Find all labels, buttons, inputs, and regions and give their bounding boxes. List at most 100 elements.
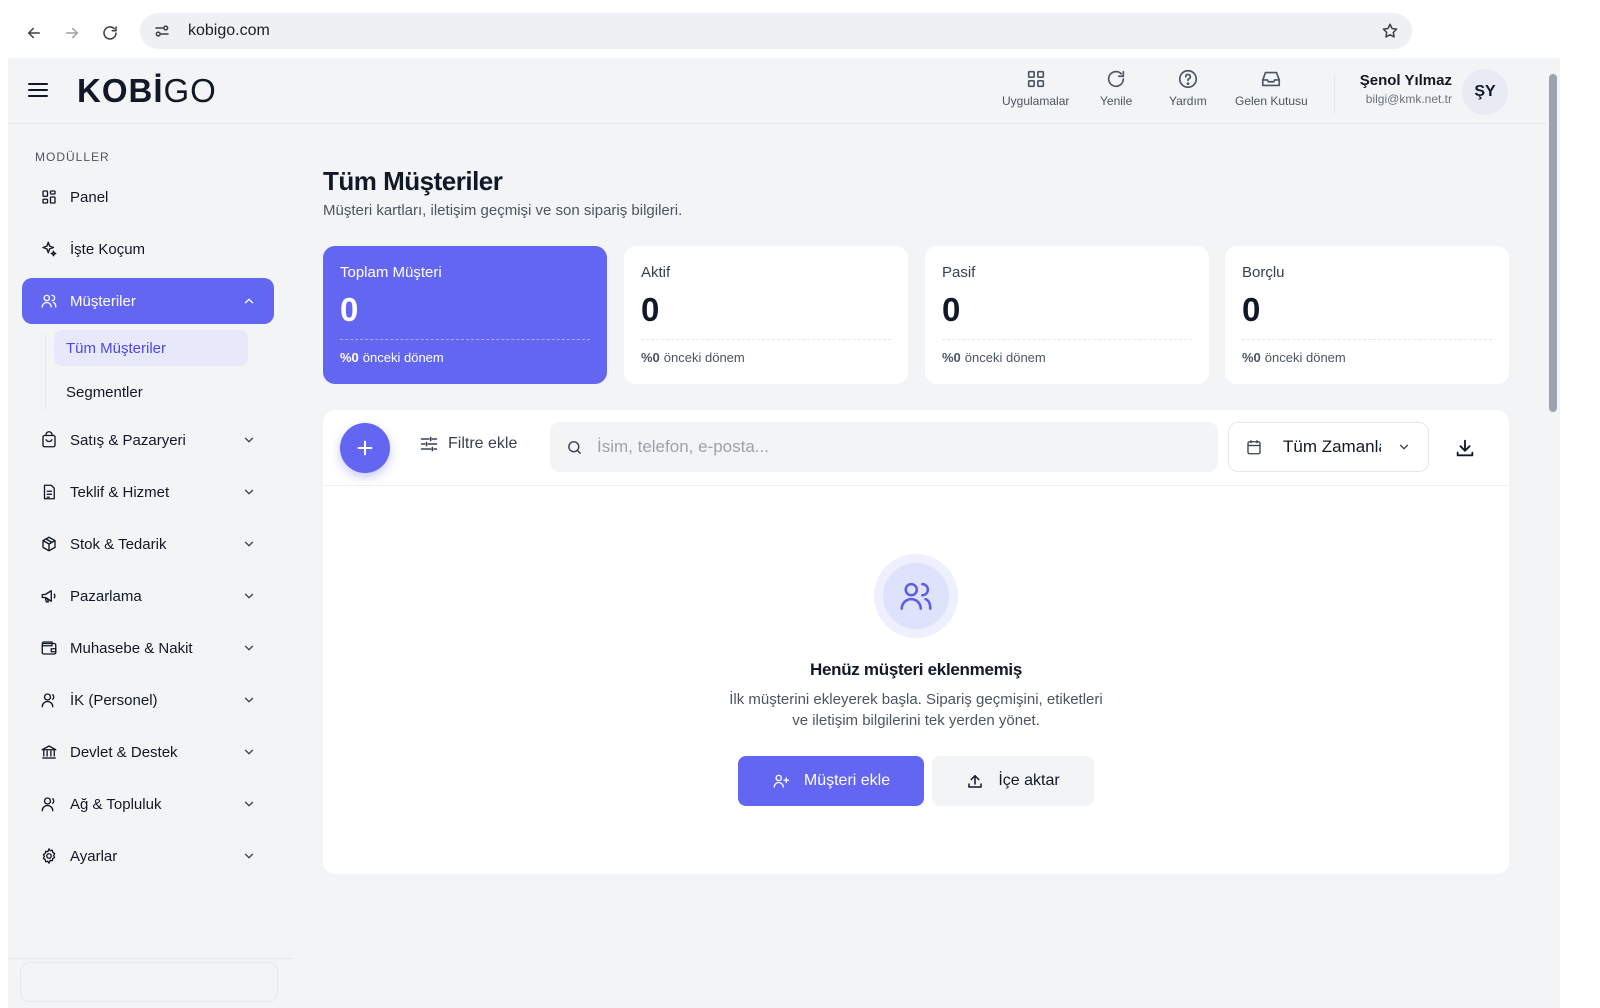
page-scrollbar[interactable] [1546, 58, 1560, 1008]
user-email: bilgi@kmk.net.tr [1365, 92, 1452, 106]
download-icon[interactable] [1453, 436, 1477, 460]
stat-label: Toplam Müşteri [340, 264, 442, 281]
header-divider [1334, 74, 1335, 114]
refresh-button[interactable]: Yenile [1100, 68, 1132, 108]
chevron-down-icon [240, 743, 258, 761]
chevron-down-icon [240, 535, 258, 553]
person-icon [38, 689, 60, 711]
sidebar-item-musteriler[interactable]: Müşteriler [22, 278, 274, 324]
add-filter-label: Filtre ekle [448, 435, 518, 452]
chevron-down-icon [240, 691, 258, 709]
logo-bold-text: KOBİ [77, 72, 164, 109]
stat-footer: %0 önceki dönem [1242, 350, 1492, 365]
date-range-value: Tüm Zamanlar [1283, 437, 1381, 456]
chevron-up-icon [240, 292, 258, 310]
stat-card-passive[interactable]: Pasif 0 %0 önceki dönem [925, 246, 1209, 384]
plus-icon [357, 440, 373, 456]
site-settings-icon[interactable] [144, 13, 180, 49]
users-icon [38, 290, 60, 312]
sidebar-item-ik-personel[interactable]: İK (Personel) [22, 677, 274, 723]
user-plus-icon [773, 774, 790, 788]
stat-value: 0 [641, 291, 660, 328]
sidebar-item-satis-pazaryeri[interactable]: Satış & Pazaryeri [22, 417, 274, 463]
sidebar-item-muhasebe-nakit[interactable]: Muhasebe & Nakit [22, 625, 274, 671]
add-customer-button[interactable]: Müşteri ekle [738, 756, 924, 806]
date-range-select[interactable]: Tüm Zamanlar [1228, 422, 1429, 472]
sidebar-item-iste-kocum[interactable]: İşte Koçum [22, 226, 274, 272]
sliders-icon [420, 436, 438, 452]
sidebar-item-label: İşte Koçum [70, 240, 146, 258]
stat-value: 0 [340, 291, 359, 328]
search-box[interactable] [550, 422, 1218, 472]
stat-divider [641, 339, 891, 340]
calendar-icon [1245, 438, 1263, 456]
sidebar-item-label: Satış & Pazaryeri [70, 431, 186, 449]
stat-card-debtor[interactable]: Borçlu 0 %0 önceki dönem [1225, 246, 1509, 384]
stat-card-total-customers[interactable]: Toplam Müşteri 0 %0 önceki dönem [323, 246, 607, 384]
stat-period: önceki dönem [1264, 350, 1346, 365]
sidebar-item-label: Müşteriler [70, 292, 136, 310]
stat-footer: %0 önceki dönem [942, 350, 1192, 365]
apps-button[interactable]: Uygulamalar [1002, 68, 1069, 108]
add-filter-button[interactable]: Filtre ekle [419, 434, 517, 454]
kobigo-logo[interactable]: KOBİGO [77, 72, 217, 110]
users-icon [883, 563, 949, 629]
browser-toolbar: kobigo.com [8, 8, 1560, 58]
chevron-down-icon [240, 431, 258, 449]
sidebar-subitem-segmentler[interactable]: Segmentler [54, 374, 248, 410]
chevron-down-icon [1397, 440, 1411, 454]
sidebar-item-devlet-destek[interactable]: Devlet & Destek [22, 729, 274, 775]
app-header: KOBİGO Uygulamalar Yenile Yardım Gelen K… [8, 58, 1546, 124]
empty-state-title: Henüz müşteri eklenmemiş [810, 660, 1022, 679]
dashboard-icon [38, 186, 60, 208]
url-text[interactable]: kobigo.com [188, 22, 270, 40]
menu-icon[interactable] [26, 78, 50, 102]
reload-icon[interactable] [96, 19, 124, 47]
avatar[interactable]: ŞY [1462, 69, 1508, 115]
address-bar[interactable]: kobigo.com [140, 13, 1412, 49]
sidebar-footer-card[interactable] [20, 962, 278, 1002]
inbox-button[interactable]: Gelen Kutusu [1235, 68, 1308, 108]
empty-state-description: İlk müşterini ekleyerek başla. Sipariş g… [706, 689, 1126, 731]
stat-footer: %0 önceki dönem [641, 350, 891, 365]
sparkle-icon [38, 238, 60, 260]
sidebar-item-panel[interactable]: Panel [22, 174, 274, 220]
sidebar-item-teklif-hizmet[interactable]: Teklif & Hizmet [22, 469, 274, 515]
scrollbar-thumb[interactable] [1549, 74, 1557, 412]
sidebar-item-label: Ayarlar [70, 847, 118, 865]
sidebar-item-label: Teklif & Hizmet [70, 483, 170, 501]
stat-card-active[interactable]: Aktif 0 %0 önceki dönem [624, 246, 908, 384]
sidebar-item-label: Panel [70, 188, 109, 206]
submenu-guide-line [45, 334, 46, 410]
chevron-down-icon [240, 483, 258, 501]
stat-period: önceki dönem [964, 350, 1046, 365]
stat-label: Pasif [942, 264, 976, 281]
sidebar-item-ayarlar[interactable]: Ayarlar [22, 833, 274, 879]
stat-change: %0 [1242, 350, 1261, 365]
forward-arrow-icon[interactable] [58, 19, 86, 47]
sidebar-item-stok-tedarik[interactable]: Stok & Tedarik [22, 521, 274, 567]
chevron-down-icon [240, 587, 258, 605]
stat-value: 0 [942, 291, 961, 328]
upload-icon [968, 775, 983, 788]
import-label: İçe aktar [998, 772, 1060, 789]
chevron-down-icon [240, 639, 258, 657]
back-arrow-icon[interactable] [20, 19, 48, 47]
sidebar-item-label: İK (Personel) [70, 691, 158, 709]
empty-desc-line1: İlk müşterini ekleyerek başla. Sipariş g… [729, 691, 1103, 708]
bookmark-star-icon[interactable] [1378, 19, 1402, 43]
user-name[interactable]: Şenol Yılmaz [1360, 72, 1452, 89]
help-button[interactable]: Yardım [1169, 68, 1207, 108]
refresh-label: Yenile [1100, 94, 1133, 108]
sidebar-item-pazarlama[interactable]: Pazarlama [22, 573, 274, 619]
sidebar-item-ag-topluluk[interactable]: Ağ & Topluluk [22, 781, 274, 827]
add-customer-fab[interactable] [340, 423, 390, 473]
document-icon [38, 481, 60, 503]
refresh-icon [1107, 70, 1125, 88]
import-button[interactable]: İçe aktar [932, 756, 1094, 806]
help-label: Yardım [1169, 94, 1207, 108]
stat-divider [1242, 339, 1492, 340]
sidebar-subitem-tum-musteriler[interactable]: Tüm Müşteriler [54, 330, 248, 366]
search-input[interactable] [597, 437, 1177, 457]
stat-label: Borçlu [1242, 264, 1285, 281]
